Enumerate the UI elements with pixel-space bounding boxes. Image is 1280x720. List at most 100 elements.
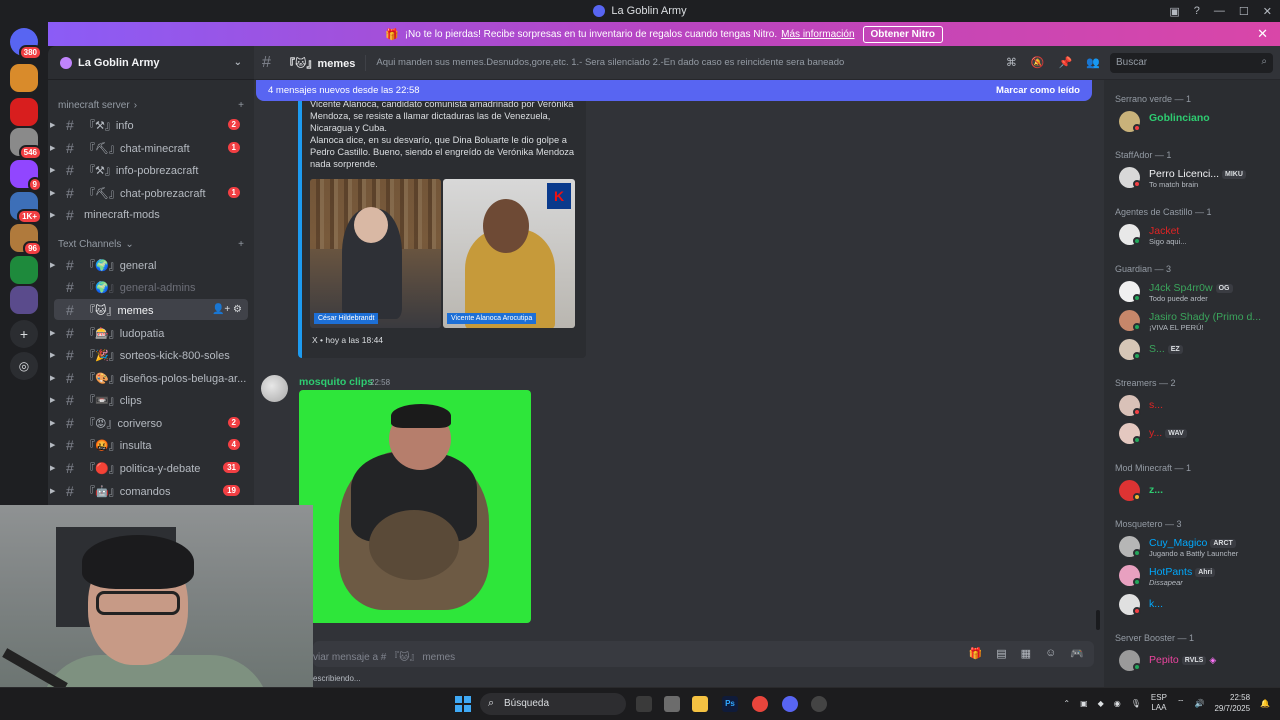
twitch-server-icon[interactable]: 9: [10, 160, 42, 192]
message-input[interactable]: viar mensaje a # 『🐱』 memes 🎁 ▤ ▦ ☺ 🎮: [313, 641, 1094, 667]
member-name: Perro Licenci... MIKU: [1149, 168, 1246, 180]
tray-app-icon[interactable]: ◉: [1114, 699, 1121, 708]
channel-item[interactable]: ▶ # 『⚒』info 2: [50, 114, 248, 135]
sticker-icon[interactable]: ▦: [1021, 647, 1031, 660]
search-input[interactable]: Buscar ⌕: [1110, 53, 1273, 73]
link-embed[interactable]: Vicente Alanoca, candidato comunista ama…: [298, 96, 586, 358]
member-item[interactable]: z...: [1119, 479, 1279, 503]
threads-icon[interactable]: ⌘: [1006, 56, 1017, 69]
help-icon[interactable]: ?: [1194, 5, 1200, 17]
add-channel-icon[interactable]: +: [238, 100, 244, 111]
server-icon[interactable]: [10, 98, 38, 126]
category-minecraft[interactable]: minecraft server › +: [58, 100, 244, 111]
discover-icon[interactable]: ◎: [10, 352, 38, 380]
avatar[interactable]: [261, 375, 288, 402]
channel-item-active[interactable]: # 『🐱』memes 👤+ ⚙: [54, 299, 248, 320]
channel-item[interactable]: ▶ # 『🎰』ludopatia: [50, 322, 248, 343]
members-icon[interactable]: 👥: [1086, 56, 1100, 69]
home-button[interactable]: 380: [10, 28, 42, 60]
message-image[interactable]: [299, 390, 531, 623]
nitro-text: ¡No te lo pierdas! Recibe sorpresas en t…: [404, 28, 778, 40]
minimize-button[interactable]: —: [1214, 5, 1225, 17]
server-icon[interactable]: 1K+: [10, 192, 42, 224]
mention-badge: 4: [227, 439, 240, 450]
server-icon[interactable]: [10, 64, 38, 92]
channel-item[interactable]: ▶ # 『⚒』info-pobrezacraft: [50, 159, 248, 180]
channel-item[interactable]: ▶ # 『⛏』chat-pobrezacraft 1: [50, 182, 248, 203]
member-item[interactable]: s...: [1119, 394, 1279, 418]
language-indicator[interactable]: ESP LAA: [1151, 693, 1167, 713]
channel-item[interactable]: ▶ # 『🤬』insulta 4: [50, 434, 248, 455]
role-header: Server Booster — 1: [1115, 633, 1195, 643]
new-messages-bar[interactable]: 4 mensajes nuevos desde las 22:58 Marcar…: [256, 80, 1092, 101]
get-nitro-button[interactable]: Obtener Nitro: [862, 25, 943, 43]
pin-icon[interactable]: 📌: [1059, 56, 1073, 69]
server-icon[interactable]: 96: [10, 224, 42, 256]
close-window-button[interactable]: ✕: [1263, 5, 1272, 18]
channel-item[interactable]: ▶ # 『🌍』general: [50, 254, 248, 275]
server-icon[interactable]: [10, 256, 38, 284]
emoji-icon[interactable]: ☺: [1045, 647, 1056, 660]
member-item[interactable]: Cuy_Magico ARCT Jugando a Battly Launcher: [1119, 535, 1279, 559]
member-item[interactable]: k...: [1119, 593, 1279, 617]
server-icon[interactable]: [10, 286, 38, 314]
category-text-channels[interactable]: Text Channels ⌄ +: [58, 239, 244, 250]
mute-bell-icon[interactable]: 🔕: [1031, 56, 1045, 69]
apps-icon[interactable]: 🎮: [1070, 647, 1084, 660]
scrollbar[interactable]: [1096, 610, 1100, 630]
embed-image-right[interactable]: K Vicente Alanoca Arocutipa: [443, 179, 575, 328]
chrome-icon[interactable]: [752, 696, 768, 712]
app-icon[interactable]: [664, 696, 680, 712]
gif-icon[interactable]: ▤: [996, 647, 1006, 660]
member-item[interactable]: Perro Licenci... MIKU To match brain: [1119, 166, 1279, 190]
close-icon[interactable]: ✕: [1257, 26, 1268, 42]
member-item[interactable]: Goblinciano: [1119, 110, 1279, 134]
member-item[interactable]: Jasiro Shady (Primo d... ¡VIVA EL PERÚ!: [1119, 309, 1279, 333]
server-icon[interactable]: 546: [10, 128, 42, 160]
member-item[interactable]: J4ck Sp4rr0w OG Todo puede arder: [1119, 280, 1279, 304]
maximize-button[interactable]: ☐: [1239, 5, 1249, 18]
member-item[interactable]: Jacket Sigo aqui...: [1119, 223, 1279, 247]
notifications-icon[interactable]: 🔔: [1260, 699, 1270, 708]
member-item[interactable]: HotPants Ahri Dissapear: [1119, 564, 1279, 588]
chevron-up-icon[interactable]: ⌃: [1063, 699, 1070, 708]
unread-arrow-icon: ▶: [50, 211, 56, 219]
channel-item[interactable]: ▶ # 『🔴』politica-y-debate 31: [50, 457, 248, 478]
mark-read-button[interactable]: Marcar como leído: [996, 85, 1080, 96]
windows-start-icon[interactable]: [455, 696, 471, 712]
guild-header[interactable]: La Goblin Army ⌄: [48, 46, 254, 80]
channel-item[interactable]: ▶ # 『🤖』comandos 19: [50, 480, 248, 501]
message-author[interactable]: mosquito clips: [299, 376, 373, 388]
channel-topic[interactable]: Aqui manden sus memes.Desnudos,gore,etc.…: [376, 57, 996, 68]
channel-item[interactable]: ▶ # 『🎉』sorteos-kick-800-soles: [50, 344, 248, 365]
clock[interactable]: 22:58 29/7/2025: [1214, 692, 1250, 714]
volume-icon[interactable]: 🔊: [1194, 699, 1204, 708]
add-channel-icon[interactable]: +: [238, 239, 244, 250]
channel-settings-icons[interactable]: 👤+ ⚙: [212, 304, 242, 315]
tray-app-icon[interactable]: ▣: [1080, 699, 1088, 708]
add-server-icon[interactable]: +: [10, 320, 38, 348]
task-view-icon[interactable]: [636, 696, 652, 712]
taskbar-search[interactable]: ⌕ Búsqueda: [480, 693, 626, 715]
channel-item[interactable]: ▶ # minecraft-mods: [50, 204, 248, 225]
discord-icon[interactable]: [782, 696, 798, 712]
channel-item[interactable]: ▶ # 『😡』coriverso 2: [50, 412, 248, 433]
microphone-icon[interactable]: 🎙: [1131, 699, 1141, 708]
photoshop-icon[interactable]: Ps: [722, 696, 738, 712]
channel-item[interactable]: ▶ # 『⛏』chat-minecraft 1: [50, 137, 248, 158]
member-item[interactable]: y... WAV: [1119, 422, 1279, 446]
nitro-more-link[interactable]: Más información: [781, 29, 854, 40]
wifi-icon[interactable]: ⌔: [1177, 698, 1185, 708]
inbox-icon[interactable]: ▣: [1169, 5, 1179, 18]
member-item[interactable]: Pepito RVLS ◈: [1119, 649, 1279, 673]
member-item[interactable]: S... EZ: [1119, 338, 1279, 362]
channel-item[interactable]: ▶ # 『🎨』diseños-polos-beluga-ar...: [50, 367, 248, 388]
file-explorer-icon[interactable]: [692, 696, 708, 712]
tray-app-icon[interactable]: ◆: [1098, 699, 1104, 708]
app-icon[interactable]: [811, 696, 827, 712]
channel-label: 『🌍』general: [84, 259, 157, 272]
embed-image-left[interactable]: César Hildebrandt: [310, 179, 441, 328]
gift-icon[interactable]: 🎁: [969, 647, 983, 660]
channel-item[interactable]: # 『🌍』general-admins: [54, 276, 248, 297]
channel-item[interactable]: ▶ # 『📼』clips: [50, 389, 248, 410]
